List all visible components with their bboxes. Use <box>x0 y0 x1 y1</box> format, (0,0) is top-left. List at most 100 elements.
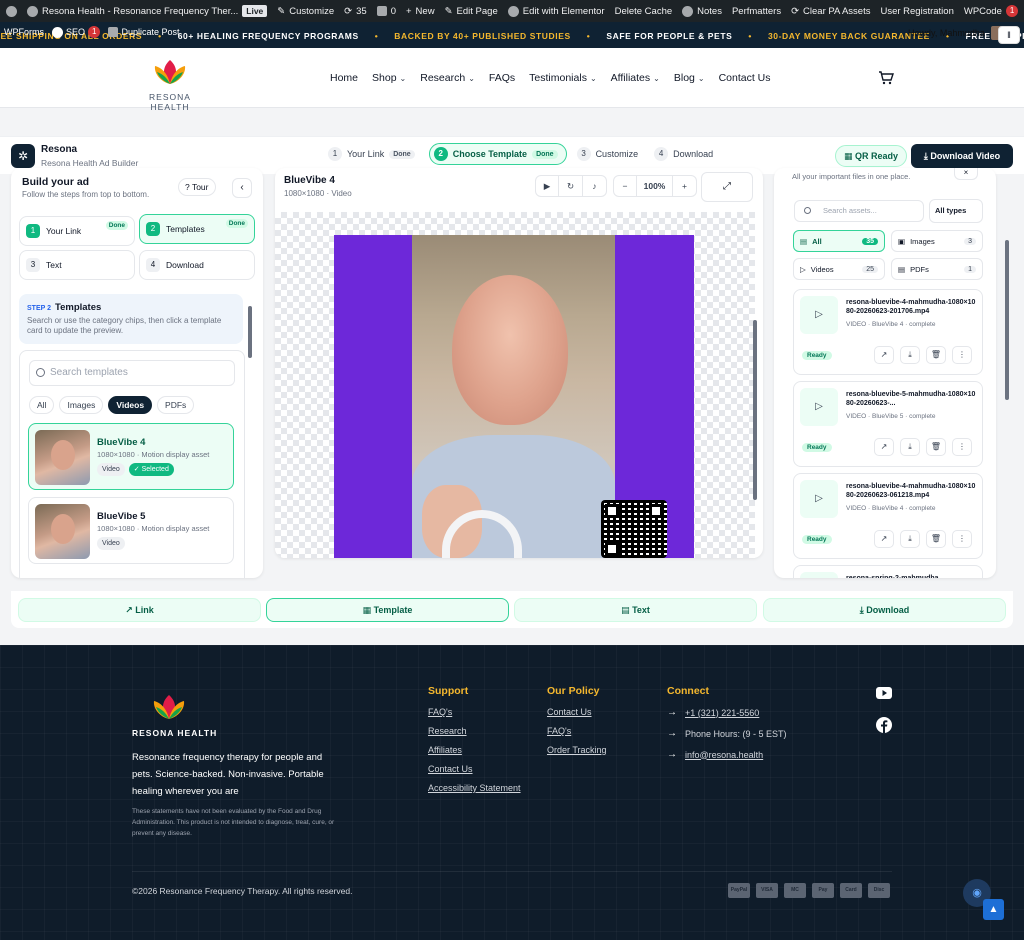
nav-testimonials[interactable]: Testimonials ⌄ <box>529 72 596 84</box>
more-icon[interactable]: ⋮ <box>952 530 972 548</box>
footer-link[interactable]: Contact Us <box>547 707 607 717</box>
asset-card[interactable]: ▷ resona-bluevibe-4-mahmudha-1080×1080-2… <box>793 289 983 375</box>
collapse-button[interactable]: ‹ <box>232 178 252 198</box>
tab-text[interactable]: ▤ Text <box>514 598 757 622</box>
wp-logo-menu[interactable] <box>6 5 17 17</box>
nav-shop[interactable]: Shop ⌄ <box>372 72 406 84</box>
template-search-input[interactable]: Search templates <box>29 360 235 386</box>
fullscreen-icon[interactable]: ⤢ <box>701 172 753 202</box>
open-icon[interactable]: ↗ <box>874 438 894 456</box>
download-icon[interactable]: ⤓ <box>900 438 920 456</box>
cart-icon[interactable] <box>878 70 894 86</box>
open-icon[interactable]: ↗ <box>874 346 894 364</box>
step-your-link[interactable]: 1 Your Link Done <box>326 143 421 165</box>
filter-videos[interactable]: ▷ Videos 25 <box>793 258 885 280</box>
footer-link[interactable]: Affiliates <box>428 745 521 755</box>
volume-icon[interactable]: ♪ <box>583 175 607 197</box>
step-download[interactable]: 4 Download <box>652 143 719 165</box>
step-customize[interactable]: 3 Customize <box>575 143 645 165</box>
email-link[interactable]: → info@resona.health <box>667 749 787 760</box>
template-card-bluevibe-4[interactable]: BlueVibe 4 1080×1080 · Motion display as… <box>28 423 234 490</box>
footer-logo[interactable]: RESONA HEALTH <box>132 693 217 738</box>
play-icon[interactable]: ▷ <box>800 296 838 334</box>
play-icon[interactable]: ▷ <box>800 388 838 426</box>
edit-page-link[interactable]: ✎ Edit Page <box>445 6 498 17</box>
play-icon[interactable]: ▶ <box>535 175 559 197</box>
replay-icon[interactable]: ↻ <box>559 175 583 197</box>
filter-all[interactable]: ▤ All 35 <box>793 230 885 252</box>
new-content-link[interactable]: + New <box>406 6 435 17</box>
stepcard-templates[interactable]: 2 Templates Done <box>139 214 255 244</box>
delete-cache-link[interactable]: Delete Cache <box>615 6 673 17</box>
download-icon[interactable]: ⤓ <box>900 530 920 548</box>
template-card-bluevibe-5[interactable]: BlueVibe 5 1080×1080 · Motion display as… <box>28 497 234 564</box>
footer-link[interactable]: Contact Us <box>428 764 521 774</box>
nav-affiliates[interactable]: Affiliates ⌄ <box>611 72 660 84</box>
clear-pa-link[interactable]: ⟳ Clear PA Assets <box>791 6 870 17</box>
scrollbar[interactable] <box>248 306 252 358</box>
asset-search-input[interactable]: Search assets... <box>794 200 924 222</box>
download-icon[interactable]: ⤓ <box>900 346 920 364</box>
more-icon[interactable]: ⋮ <box>952 438 972 456</box>
nav-faqs[interactable]: FAQs <box>489 72 515 84</box>
site-logo[interactable]: RESONA HEALTH <box>130 58 210 112</box>
chip-pdfs[interactable]: PDFs <box>157 396 195 414</box>
stepcard-your-link[interactable]: 1 Your Link Done <box>19 216 135 246</box>
wpforms-link[interactable]: WPForms <box>4 27 44 37</box>
updates-link[interactable]: ⟳ 35 <box>344 6 367 17</box>
tab-template[interactable]: ▦ Template <box>266 598 509 622</box>
filter-pdfs[interactable]: ▤ PDFs 1 <box>891 258 983 280</box>
pause-icon[interactable]: ‖ <box>998 26 1020 44</box>
footer-link[interactable]: Order Tracking <box>547 745 607 755</box>
stepcard-text[interactable]: 3 Text <box>19 250 135 280</box>
nav-home[interactable]: Home <box>330 72 358 84</box>
trash-icon[interactable]: 🗑 <box>926 530 946 548</box>
nav-research[interactable]: Research ⌄ <box>420 72 475 84</box>
notes-link[interactable]: Notes <box>682 5 722 17</box>
scroll-top-icon[interactable]: ▲ <box>983 899 1004 920</box>
nav-blog[interactable]: Blog ⌄ <box>674 72 705 84</box>
asset-card[interactable]: ▷ resona-bluevibe-4-mahmudha-1080×1080-2… <box>793 473 983 559</box>
zoom-out-icon[interactable]: − <box>613 175 637 197</box>
tour-button[interactable]: ? Tour <box>178 178 216 196</box>
tab-link[interactable]: ↗ Link <box>18 598 261 622</box>
seo-link[interactable]: SEO 1 <box>52 26 101 38</box>
nav-contact[interactable]: Contact Us <box>719 72 771 84</box>
site-name-menu[interactable]: Resona Health - Resonance Frequency Ther… <box>27 5 268 17</box>
scrollbar[interactable] <box>1005 240 1009 400</box>
youtube-icon[interactable] <box>876 685 892 701</box>
chip-images[interactable]: Images <box>59 396 104 414</box>
download-video-button[interactable]: ⤓ Download Video <box>911 144 1013 168</box>
facebook-icon[interactable] <box>876 717 892 733</box>
play-icon[interactable]: ▷ <box>800 480 838 518</box>
wpcode-link[interactable]: WPCode 1 <box>964 5 1019 17</box>
more-icon[interactable]: ⋮ <box>952 346 972 364</box>
chip-all[interactable]: All <box>29 396 55 414</box>
open-icon[interactable]: ↗ <box>874 530 894 548</box>
play-icon[interactable] <box>800 572 838 578</box>
scrollbar[interactable] <box>753 320 757 500</box>
qr-ready-button[interactable]: ▦ QR Ready <box>835 145 908 167</box>
perfmatters-link[interactable]: Perfmatters <box>732 6 781 17</box>
comments-link[interactable]: 0 <box>376 6 396 17</box>
asset-card[interactable]: resona-spring-2-mahmudha <box>793 565 983 578</box>
footer-link[interactable]: FAQ's <box>428 707 521 717</box>
video-preview[interactable] <box>334 235 694 558</box>
duplicate-post-link[interactable]: Duplicate Post <box>108 27 180 37</box>
phone-link[interactable]: → +1 (321) 221-5560 <box>667 707 787 718</box>
asset-card[interactable]: ▷ resona-bluevibe-5-mahmudha-1080×1080-2… <box>793 381 983 467</box>
type-select[interactable]: All types <box>929 199 983 223</box>
filter-images[interactable]: ▣ Images 3 <box>891 230 983 252</box>
customize-link[interactable]: ✎ Customize <box>277 6 334 17</box>
stepcard-download[interactable]: 4 Download <box>139 250 255 280</box>
footer-link[interactable]: Research <box>428 726 521 736</box>
user-registration-link[interactable]: User Registration <box>880 6 953 17</box>
zoom-in-icon[interactable]: + <box>673 175 697 197</box>
footer-link[interactable]: FAQ's <box>547 726 607 736</box>
step-choose-template[interactable]: 2 Choose Template Done <box>428 143 567 165</box>
howdy-account[interactable]: Howdy, Mahmudha <box>908 26 1005 40</box>
chip-videos[interactable]: Videos <box>108 396 153 414</box>
footer-link[interactable]: Accessibility Statement <box>428 783 521 793</box>
trash-icon[interactable]: 🗑 <box>926 346 946 364</box>
tab-download[interactable]: ⤓ Download <box>763 598 1006 622</box>
